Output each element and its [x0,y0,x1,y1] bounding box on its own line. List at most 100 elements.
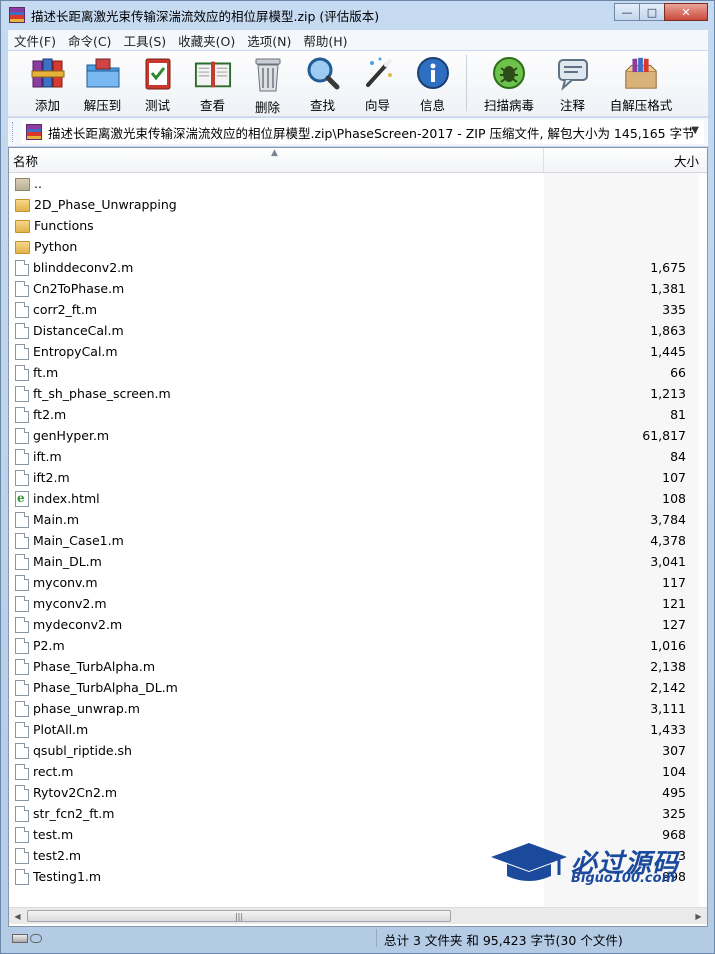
menu-help[interactable]: 帮助(H) [297,31,353,50]
file-row[interactable]: Python [9,236,707,257]
file-row[interactable]: myconv.m 117 [9,572,707,593]
winrar-window: 描述长距离激光束传输深湍流效应的相位屏模型.zip (评估版本) — □ ✕ 文… [0,0,715,954]
file-row[interactable]: test.m 968 [9,824,707,845]
scroll-right-icon[interactable]: ▶ [690,908,707,924]
test-button[interactable]: 测试 [130,51,185,113]
file-row[interactable]: Phase_TurbAlpha_DL.m 2,142 [9,677,707,698]
view-button[interactable]: 查看 [185,51,240,113]
key-icon[interactable] [30,933,42,943]
file-row[interactable]: test2.m 3 [9,845,707,866]
file-name-cell: ift2.m [9,469,544,486]
file-size: 968 [662,827,686,842]
file-size: 1,213 [650,386,686,401]
wizard-wand-icon [359,55,397,91]
trash-icon [249,55,287,93]
close-button[interactable]: ✕ [664,3,708,21]
file-row[interactable]: Main_Case1.m 4,378 [9,530,707,551]
file-row[interactable]: ft_sh_phase_screen.m 1,213 [9,383,707,404]
file-size: 127 [662,617,686,632]
wizard-button[interactable]: 向导 [350,51,405,113]
file-icon [15,511,29,528]
file-row[interactable]: ift.m 84 [9,446,707,467]
add-button[interactable]: 添加 [20,51,75,113]
extract-to-button[interactable]: 解压到 [75,51,130,113]
sfx-button[interactable]: 自解压格式 [600,51,682,113]
horizontal-scrollbar[interactable]: ◀ ||| ▶ [9,907,707,924]
file-name-cell: Cn2ToPhase.m [9,280,544,297]
file-name-cell: rect.m [9,763,544,780]
file-row[interactable]: index.html 108 [9,488,707,509]
file-row[interactable]: Rytov2Cn2.m 495 [9,782,707,803]
file-row[interactable]: Main_DL.m 3,041 [9,551,707,572]
maximize-button[interactable]: □ [639,3,665,21]
file-row[interactable]: EntropyCal.m 1,445 [9,341,707,362]
file-name: Cn2ToPhase.m [33,281,125,296]
file-row[interactable]: corr2_ft.m 335 [9,299,707,320]
minimize-button[interactable]: — [614,3,640,21]
menu-commands[interactable]: 命令(C) [62,31,117,50]
folder-icon [15,241,30,254]
file-size: 1,863 [650,323,686,338]
file-row[interactable]: phase_unwrap.m 3,111 [9,698,707,719]
parent-folder-icon [15,178,30,191]
file-row[interactable]: str_fcn2_ft.m 325 [9,803,707,824]
sfx-box-icon [622,55,660,91]
file-name-cell: 2D_Phase_Unwrapping [9,197,544,212]
file-row[interactable]: .. [9,173,707,194]
file-icon [15,532,29,549]
view-label: 查看 [199,98,225,113]
delete-button[interactable]: 删除 [240,51,295,115]
scroll-left-icon[interactable]: ◀ [9,908,26,924]
file-size: 117 [662,575,686,590]
address-field[interactable]: 描述长距离激光束传输深湍流效应的相位屏模型.zip\PhaseScreen-20… [21,120,704,144]
extract-folder-icon [84,55,122,91]
file-row[interactable]: DistanceCal.m 1,863 [9,320,707,341]
file-name-cell: str_fcn2_ft.m [9,805,544,822]
html-file-icon [15,490,29,507]
file-name-cell: test.m [9,826,544,843]
file-row[interactable]: Cn2ToPhase.m 1,381 [9,278,707,299]
file-name-cell: genHyper.m [9,427,544,444]
file-row[interactable]: P2.m 1,016 [9,635,707,656]
file-row[interactable]: ft.m 66 [9,362,707,383]
file-name-cell: mydeconv2.m [9,616,544,633]
file-row[interactable]: Functions [9,215,707,236]
file-size: 107 [662,470,686,485]
file-name: phase_unwrap.m [33,701,140,716]
file-row[interactable]: rect.m 104 [9,761,707,782]
file-row[interactable]: ift2.m 107 [9,467,707,488]
file-size: 2,138 [650,659,686,674]
menu-favorites[interactable]: 收藏夹(O) [172,31,241,50]
file-row[interactable]: genHyper.m 61,817 [9,425,707,446]
menu-tools[interactable]: 工具(S) [117,31,172,50]
file-name: myconv2.m [33,596,107,611]
file-row[interactable]: PlotAll.m 1,433 [9,719,707,740]
file-row[interactable]: Testing1.m 998 [9,866,707,887]
file-row[interactable]: 2D_Phase_Unwrapping [9,194,707,215]
file-row[interactable]: ft2.m 81 [9,404,707,425]
file-name-cell: qsubl_riptide.sh [9,742,544,759]
file-row[interactable]: blinddeconv2.m 1,675 [9,257,707,278]
info-button[interactable]: 信息 [405,51,460,113]
winrar-app-icon[interactable] [9,7,25,23]
file-name-cell: test2.m [9,847,544,864]
file-row[interactable]: qsubl_riptide.sh 307 [9,740,707,761]
menu-options[interactable]: 选项(N) [241,31,297,50]
column-header-size[interactable]: 大小 [544,148,707,172]
file-row[interactable]: Phase_TurbAlpha.m 2,138 [9,656,707,677]
file-row[interactable]: Main.m 3,784 [9,509,707,530]
title-bar[interactable]: 描述长距离激光束传输深湍流效应的相位屏模型.zip (评估版本) — □ ✕ [1,1,714,29]
comment-button[interactable]: 注释 [545,51,600,113]
file-rows: .. 2D_Phase_Unwrapping Functions Python blin… [9,173,707,887]
menu-file[interactable]: 文件(F) [8,31,62,50]
scroll-thumb[interactable]: ||| [27,910,451,922]
address-dropdown-icon[interactable]: ▼ [691,125,699,136]
file-row[interactable]: myconv2.m 121 [9,593,707,614]
find-button[interactable]: 查找 [295,51,350,113]
drive-icon[interactable] [12,933,28,943]
file-row[interactable]: mydeconv2.m 127 [9,614,707,635]
virus-scan-button[interactable]: 扫描病毒 [473,51,545,113]
file-size: 4,378 [650,533,686,548]
address-grip[interactable] [12,122,15,142]
column-header-name[interactable]: ▲ 名称 [9,148,544,172]
